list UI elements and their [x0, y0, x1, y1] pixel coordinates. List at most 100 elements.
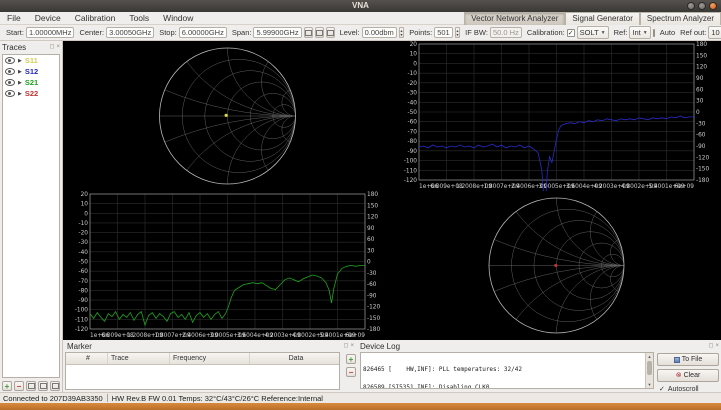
scroll-thumb[interactable]	[647, 361, 652, 375]
device-log-view[interactable]: 826465 [ HW,INF]: PLL temperatures: 32/4…	[360, 352, 654, 389]
magnitude-plot-s12[interactable]: 1e+066.009e+081.2008e+091.8007e+092.4006…	[392, 41, 721, 191]
calibration-checkbox[interactable]: ✓	[566, 28, 575, 37]
chevron-down-icon: ▼	[600, 29, 606, 36]
menu-file[interactable]: File	[0, 12, 28, 24]
svg-text:-90: -90	[367, 293, 377, 299]
refout-select[interactable]: 10 MHz▼	[708, 26, 721, 39]
remove-marker-button[interactable]: −	[346, 367, 356, 377]
edit-trace-button[interactable]	[50, 381, 60, 391]
expand-arrow-icon[interactable]: ▶	[18, 91, 22, 97]
ref-label: Ref:	[613, 28, 628, 37]
stop-label: Stop:	[159, 28, 177, 37]
svg-text:60: 60	[367, 237, 375, 243]
traces-panel-header: Traces ◻ ×	[0, 41, 62, 54]
svg-text:-120: -120	[367, 305, 380, 311]
hardware-info: HW Rev.B FW 0.01 Temps: 32°C/43°C/26°C R…	[111, 393, 323, 403]
trace-label-s11: S11	[24, 56, 38, 65]
tab-signal-generator[interactable]: Signal Generator	[565, 11, 640, 25]
svg-text:-180: -180	[696, 178, 709, 184]
expand-arrow-icon[interactable]: ▶	[18, 58, 22, 64]
svg-text:-30: -30	[79, 240, 89, 246]
svg-text:-60: -60	[79, 269, 89, 275]
vna-application-window: VNA File Device Calibration Tools Window…	[0, 0, 721, 410]
smith-chart-s22[interactable]	[392, 191, 721, 340]
menu-tools[interactable]: Tools	[122, 12, 156, 24]
calibration-select[interactable]: SOLT ▼	[576, 26, 609, 39]
file-icon	[673, 356, 680, 363]
to-file-button[interactable]: To File	[657, 353, 719, 366]
span-input[interactable]: 5.99900GHz	[253, 27, 302, 38]
svg-text:-120: -120	[404, 178, 417, 184]
trace-row-s12[interactable]: ▶ S12	[3, 66, 59, 77]
trace-row-s22[interactable]: ▶ S22	[3, 88, 59, 99]
trace-row-s11[interactable]: ▶ S11	[3, 55, 59, 66]
stop-input[interactable]: 6.00000GHz	[178, 27, 227, 38]
svg-text:20: 20	[410, 42, 418, 48]
zoom-in-icon	[304, 29, 312, 36]
visibility-eye-icon[interactable]	[5, 57, 15, 64]
points-stepper[interactable]: ▲ ▼	[454, 27, 461, 38]
column-number[interactable]: #	[66, 353, 108, 364]
remove-trace-button[interactable]: −	[14, 381, 24, 391]
smith-chart-s11[interactable]	[63, 41, 392, 191]
import-traces-button[interactable]	[26, 381, 36, 391]
ref-value: Int	[632, 27, 641, 37]
scroll-up-icon[interactable]: ▲	[646, 353, 653, 360]
visibility-eye-icon[interactable]	[5, 79, 15, 86]
svg-text:90: 90	[367, 226, 375, 232]
expand-arrow-icon[interactable]: ▶	[18, 69, 22, 75]
log-scrollbar[interactable]: ▲ ▼	[645, 353, 653, 388]
ifbw-input[interactable]: 50.0 Hz	[489, 27, 522, 38]
auto-checkbox[interactable]	[652, 28, 655, 37]
svg-text:-30: -30	[408, 91, 418, 97]
close-icon[interactable]: ×	[715, 343, 719, 350]
start-input[interactable]: 1.00000MHz	[25, 27, 75, 38]
export-traces-button[interactable]	[38, 381, 48, 391]
clear-button[interactable]: ⊗ Clear	[657, 369, 719, 382]
checkmark-icon: ✓	[567, 29, 574, 37]
add-marker-button[interactable]: +	[346, 354, 356, 364]
device-log-lines: 826465 [ HW,INF]: PLL temperatures: 32/4…	[363, 354, 644, 388]
trace-row-s21[interactable]: ▶ S21	[3, 77, 59, 88]
trace-label-s21: S21	[24, 78, 39, 87]
level-stepper[interactable]: ▲ ▼	[398, 27, 405, 38]
close-icon[interactable]: ×	[350, 343, 354, 350]
marker-panel-title: Marker	[67, 342, 92, 351]
undock-icon[interactable]: ◻	[50, 44, 55, 51]
expand-arrow-icon[interactable]: ▶	[18, 80, 22, 86]
points-input[interactable]: 501	[434, 27, 453, 38]
tab-vector-network-analyzer[interactable]: Vector Network Analyzer	[464, 11, 566, 25]
full-span-button[interactable]	[325, 27, 335, 38]
column-frequency[interactable]: Frequency	[170, 353, 250, 364]
maximize-button[interactable]	[698, 2, 706, 10]
menu-device[interactable]: Device	[28, 12, 68, 24]
menu-calibration[interactable]: Calibration	[68, 12, 123, 24]
svg-text:-80: -80	[79, 288, 89, 294]
calibration-value: SOLT	[579, 27, 599, 37]
svg-text:6e+09: 6e+09	[675, 184, 695, 190]
undock-icon[interactable]: ◻	[709, 343, 714, 350]
close-icon[interactable]: ×	[56, 44, 60, 51]
column-data[interactable]: Data	[250, 353, 339, 364]
status-divider	[106, 394, 108, 402]
add-trace-button[interactable]: +	[2, 381, 12, 391]
close-button[interactable]	[709, 2, 717, 10]
menu-window[interactable]: Window	[156, 12, 200, 24]
zoom-out-span-button[interactable]	[314, 27, 324, 38]
ref-select[interactable]: Int ▼	[629, 26, 651, 39]
scroll-down-icon[interactable]: ▼	[646, 381, 653, 388]
center-input[interactable]: 3.00050GHz	[106, 27, 155, 38]
clear-icon: ⊗	[675, 372, 682, 379]
level-input[interactable]: 0.00dbm	[361, 27, 397, 38]
visibility-eye-icon[interactable]	[5, 68, 15, 75]
marker-table-header: # Trace Frequency Data	[66, 353, 339, 365]
column-trace[interactable]: Trace	[108, 353, 170, 364]
tab-spectrum-analyzer[interactable]: Spectrum Analyzer	[639, 11, 721, 25]
svg-text:180: 180	[696, 42, 707, 48]
minimize-button[interactable]	[687, 2, 695, 10]
undock-icon[interactable]: ◻	[344, 343, 349, 350]
visibility-eye-icon[interactable]	[5, 90, 15, 97]
clear-label: Clear	[683, 372, 701, 379]
zoom-in-span-button[interactable]	[303, 27, 313, 38]
magnitude-plot-s21[interactable]: 1e+066.009e+081.2008e+091.8007e+092.4006…	[63, 191, 392, 340]
